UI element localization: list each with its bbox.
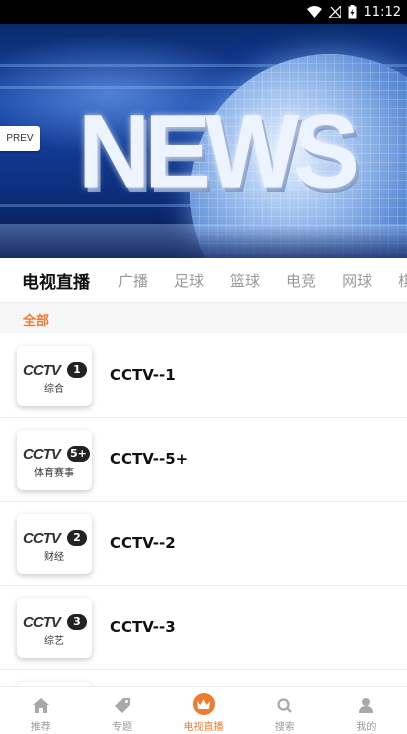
channel-row[interactable]: CCTV 5+ 体育赛事 CCTV--5+ (0, 418, 407, 502)
bottom-nav: 推荐 专题 电视直播 搜索 我的 (0, 686, 407, 734)
tab-tv-live[interactable]: 电视直播 (22, 268, 90, 293)
channel-number-badge: 3 (67, 614, 87, 630)
crown-icon (192, 693, 215, 715)
cctv-logo-letters: CCTV (23, 614, 61, 631)
search-icon (274, 695, 296, 715)
wifi-icon (306, 6, 322, 18)
channel-row[interactable]: CCTV 1 综合 CCTV--1 (0, 334, 407, 418)
nav-mine[interactable]: 我的 (326, 687, 407, 734)
banner-headline: NEWS (78, 93, 360, 211)
channel-logo: CCTV 5+ 体育赛事 (17, 430, 92, 490)
category-tabs: 电视直播 广播 足球 篮球 电竞 网球 棋 (0, 258, 407, 303)
channel-row[interactable]: CCTV 2 财经 CCTV--2 (0, 502, 407, 586)
channel-number-badge: 5+ (67, 446, 90, 462)
prev-button[interactable]: PREV (0, 126, 40, 151)
nav-label: 专题 (112, 722, 133, 733)
channel-number-badge: 2 (67, 530, 87, 546)
channel-row[interactable]: CCTV 3 综艺 CCTV--3 (0, 586, 407, 670)
channel-row-partial[interactable] (0, 670, 407, 686)
channel-logo-subtitle: 财经 (44, 552, 64, 563)
banner-floor (0, 224, 407, 258)
tab-chess[interactable]: 棋 (398, 270, 407, 291)
channel-logo: CCTV 2 财经 (17, 514, 92, 574)
channel-logo: CCTV 1 综合 (17, 346, 92, 406)
tab-esports[interactable]: 电竞 (286, 270, 316, 291)
user-icon (355, 695, 377, 715)
tab-tennis[interactable]: 网球 (342, 270, 372, 291)
nav-search[interactable]: 搜索 (244, 687, 325, 734)
cctv-logo-letters: CCTV (23, 446, 61, 463)
news-banner[interactable]: NEWS PREV (0, 24, 407, 258)
channel-logo-subtitle: 体育赛事 (34, 468, 74, 479)
channel-name: CCTV--5+ (110, 450, 189, 468)
channel-list: CCTV 1 综合 CCTV--1 CCTV 5+ 体育赛事 CCTV--5+ … (0, 334, 407, 686)
channel-name: CCTV--1 (110, 366, 176, 384)
nav-label: 电视直播 (183, 722, 224, 733)
channel-logo-subtitle: 综合 (44, 384, 64, 395)
battery-icon (348, 5, 357, 19)
signal-icon (328, 6, 341, 18)
tab-football[interactable]: 足球 (174, 270, 204, 291)
nav-label: 推荐 (30, 722, 51, 733)
tag-icon (111, 695, 133, 715)
filter-row: 全部 (0, 303, 407, 333)
status-time: 11:12 (363, 4, 401, 20)
nav-tv-live[interactable]: 电视直播 (163, 687, 244, 734)
nav-recommend[interactable]: 推荐 (0, 687, 81, 734)
tab-basketball[interactable]: 篮球 (230, 270, 260, 291)
tab-radio[interactable]: 广播 (118, 270, 148, 291)
channel-name: CCTV--2 (110, 534, 176, 552)
nav-label: 搜索 (274, 722, 295, 733)
cctv-logo-letters: CCTV (23, 362, 61, 379)
nav-label: 我的 (356, 722, 377, 733)
channel-name: CCTV--3 (110, 618, 176, 636)
cctv-logo-letters: CCTV (23, 530, 61, 547)
channel-logo: CCTV 3 综艺 (17, 598, 92, 658)
channel-logo-subtitle: 综艺 (44, 636, 64, 647)
status-bar: 11:12 (0, 0, 407, 24)
channel-number-badge: 1 (67, 362, 87, 378)
filter-all[interactable]: 全部 (23, 310, 49, 329)
home-icon (30, 695, 52, 715)
nav-topics[interactable]: 专题 (81, 687, 162, 734)
